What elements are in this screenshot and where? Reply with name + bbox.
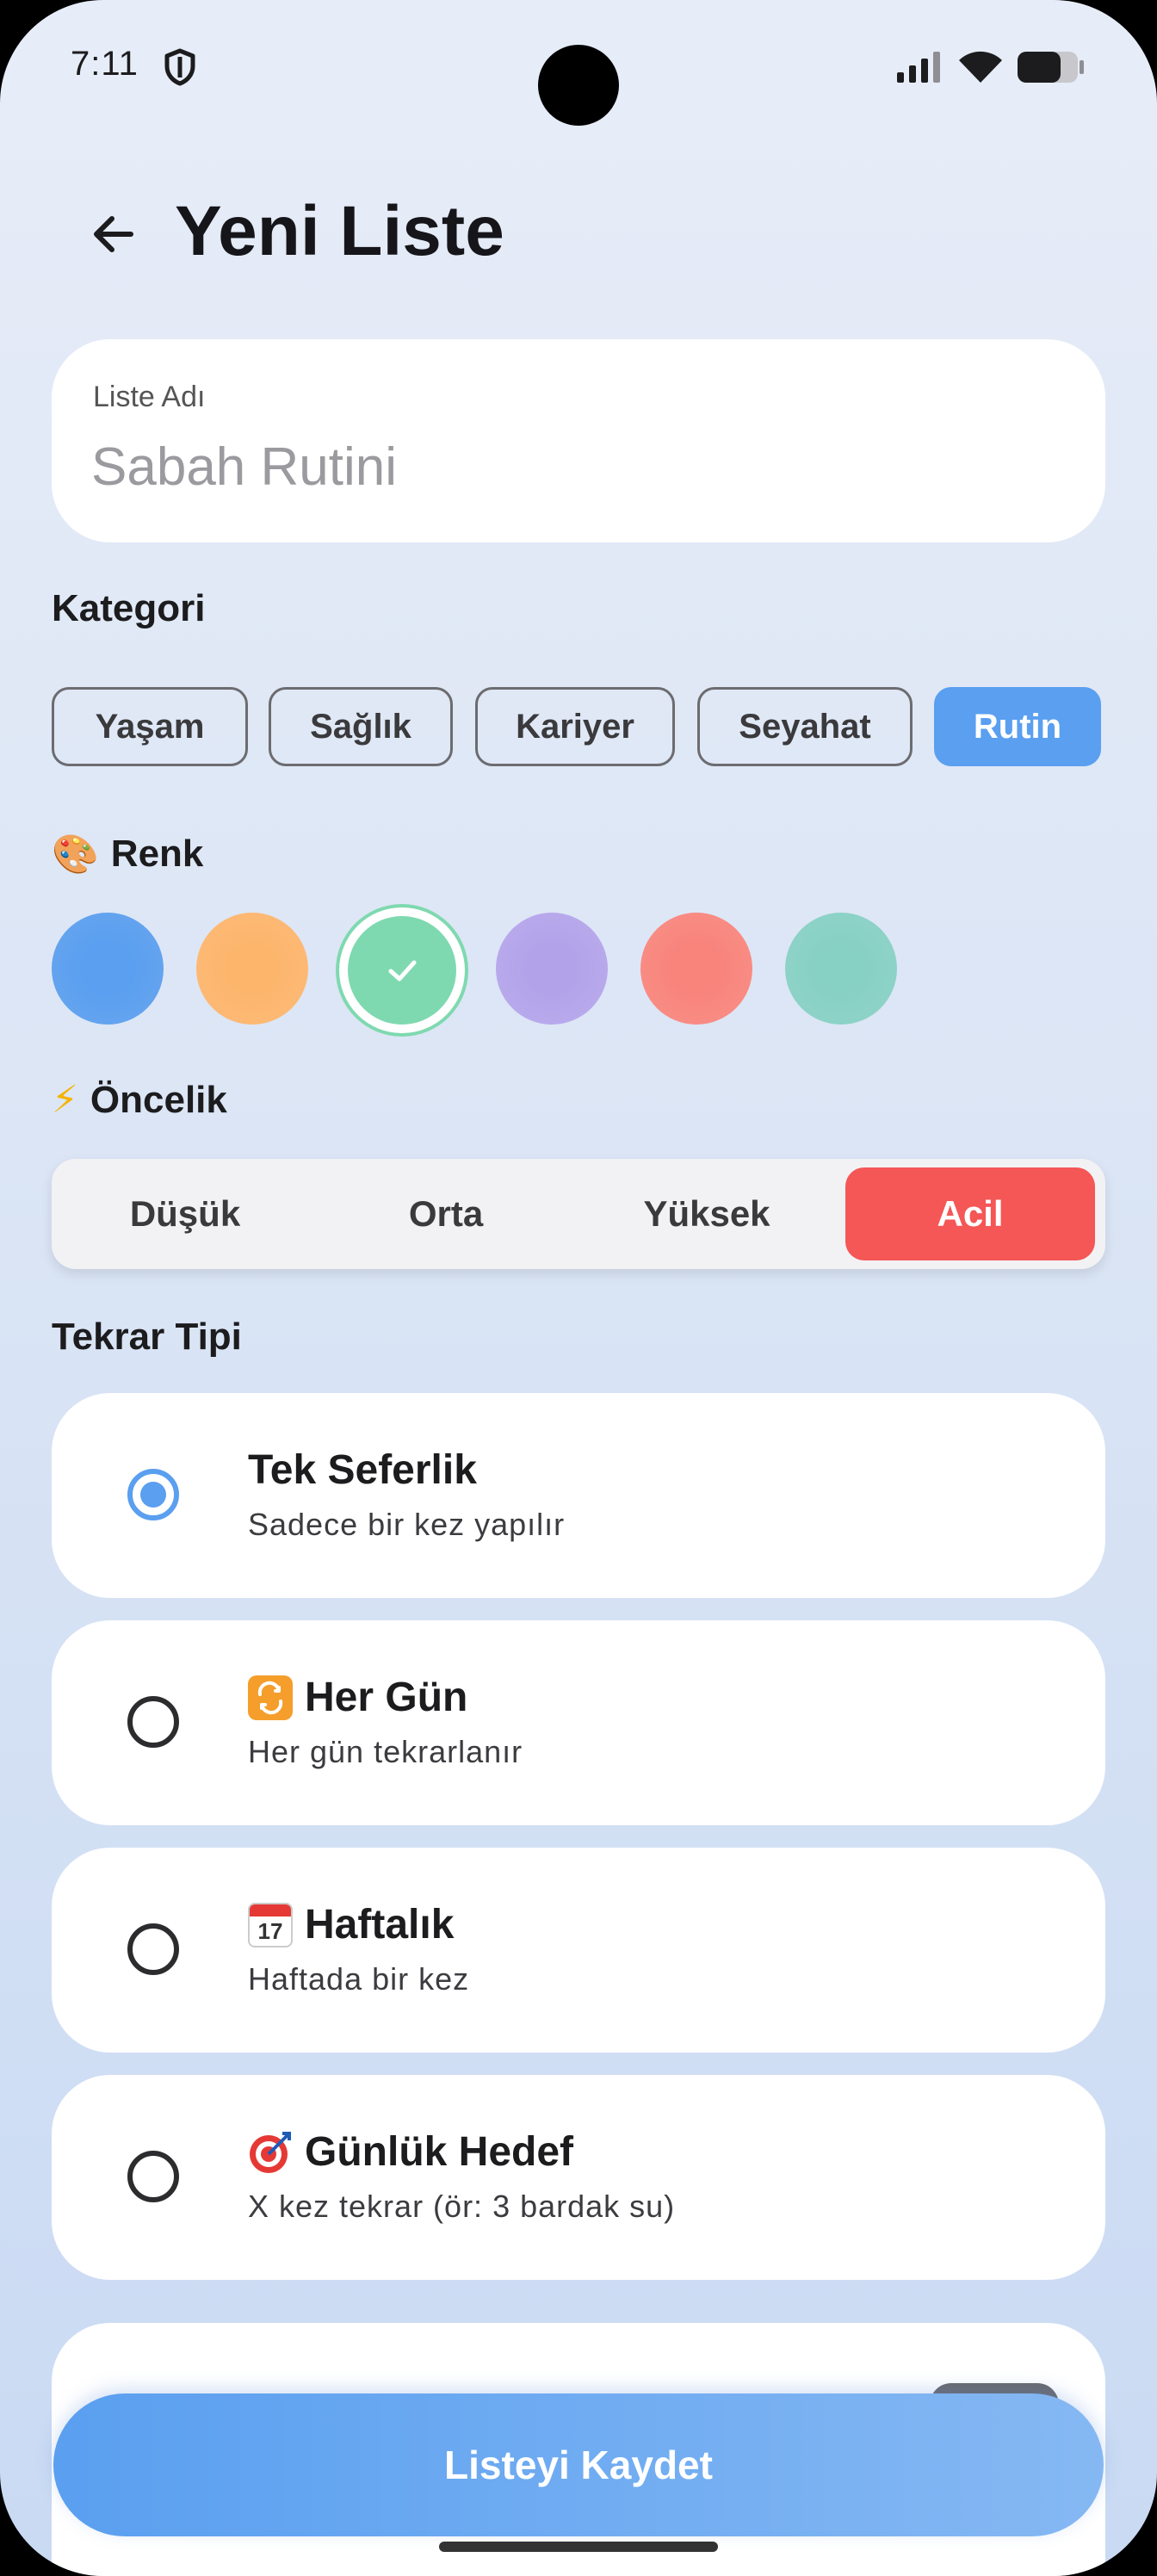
wifi-icon [959,51,1002,83]
repeat-option-weekly[interactable]: 17 Haftalık Haftada bir kez [52,1848,1105,2053]
arrow-left-icon [94,216,133,252]
repeat-option-title: Günlük Hedef [248,2128,573,2176]
category-chip-yasam[interactable]: Yaşam [52,687,248,766]
app-screen: 7:11 Yeni Liste Liste Adı Kategori Yaşam… [0,0,1157,2576]
priority-title-label: Öncelik [90,1078,227,1121]
signal-icon [897,52,940,83]
shield-icon [164,48,195,86]
list-name-label: Liste Adı [93,381,206,413]
repeat-icon [248,1675,293,1720]
color-swatch-red[interactable] [640,913,752,1025]
priority-option-dusuk[interactable]: Düşük [60,1167,310,1260]
calendar-icon: 17 [248,1902,293,1947]
category-chip-kariyer[interactable]: Kariyer [475,687,675,766]
target-icon [250,2131,291,2173]
category-chip-seyahat[interactable]: Seyahat [697,687,913,766]
palette-icon: 🎨 [52,833,99,876]
priority-segmented-control: Düşük Orta Yüksek Acil [52,1159,1105,1269]
priority-option-acil[interactable]: Acil [845,1167,1095,1260]
check-icon [388,960,417,981]
category-chip-rutin[interactable]: Rutin [934,687,1101,766]
repeat-option-daily-goal[interactable]: Günlük Hedef X kez tekrar (ör: 3 bardak … [52,2075,1105,2280]
repeat-option-title: 17 Haftalık [248,1901,454,1948]
repeat-option-title-text: Haftalık [305,1902,455,1947]
list-name-card: Liste Adı [52,339,1105,542]
repeat-option-daily[interactable]: Her Gün Her gün tekrarlanır [52,1620,1105,1825]
page-title: Yeni Liste [175,192,504,270]
priority-option-orta[interactable]: Orta [321,1167,571,1260]
color-swatch-orange[interactable] [196,913,308,1025]
priority-option-yuksek[interactable]: Yüksek [582,1167,832,1260]
repeat-option-subtitle: X kez tekrar (ör: 3 bardak su) [248,2189,676,2224]
radio-button[interactable] [127,2151,179,2202]
priority-title: ⚡ Öncelik [52,1078,227,1122]
home-indicator [439,2542,718,2552]
category-title: Kategori [52,587,206,629]
radio-button[interactable] [127,1923,179,1975]
lightning-icon: ⚡ [52,1078,78,1122]
battery-icon [1018,52,1084,83]
repeat-option-subtitle: Sadece bir kez yapılır [248,1507,566,1542]
back-button[interactable] [83,203,145,265]
color-swatch-teal[interactable] [785,913,897,1025]
color-swatch-purple[interactable] [496,913,608,1025]
repeat-option-subtitle: Haftada bir kez [248,1961,470,1997]
repeat-title: Tekrar Tipi [52,1316,242,1358]
repeat-option-title: Tek Seferlik [248,1446,477,1494]
save-list-button[interactable]: Listeyi Kaydet [53,2393,1104,2536]
list-name-input[interactable] [91,432,1038,501]
radio-button[interactable] [127,1469,179,1520]
repeat-option-title-text: Her Gün [305,1675,468,1720]
category-chip-saglik[interactable]: Sağlık [269,687,453,766]
color-swatch-blue[interactable] [52,913,164,1025]
repeat-option-once[interactable]: Tek Seferlik Sadece bir kez yapılır [52,1393,1105,1598]
repeat-option-title: Her Gün [248,1674,467,1721]
color-title-label: Renk [110,833,204,875]
repeat-option-title-text: Günlük Hedef [305,2129,574,2175]
repeat-option-title-text: Tek Seferlik [248,1447,477,1493]
radio-button[interactable] [127,1696,179,1748]
color-swatch-green[interactable] [348,916,456,1025]
status-time: 7:11 [71,45,139,83]
repeat-option-subtitle: Her gün tekrarlanır [248,1734,523,1769]
color-title: 🎨 Renk [52,832,203,876]
camera-cutout [538,45,619,126]
